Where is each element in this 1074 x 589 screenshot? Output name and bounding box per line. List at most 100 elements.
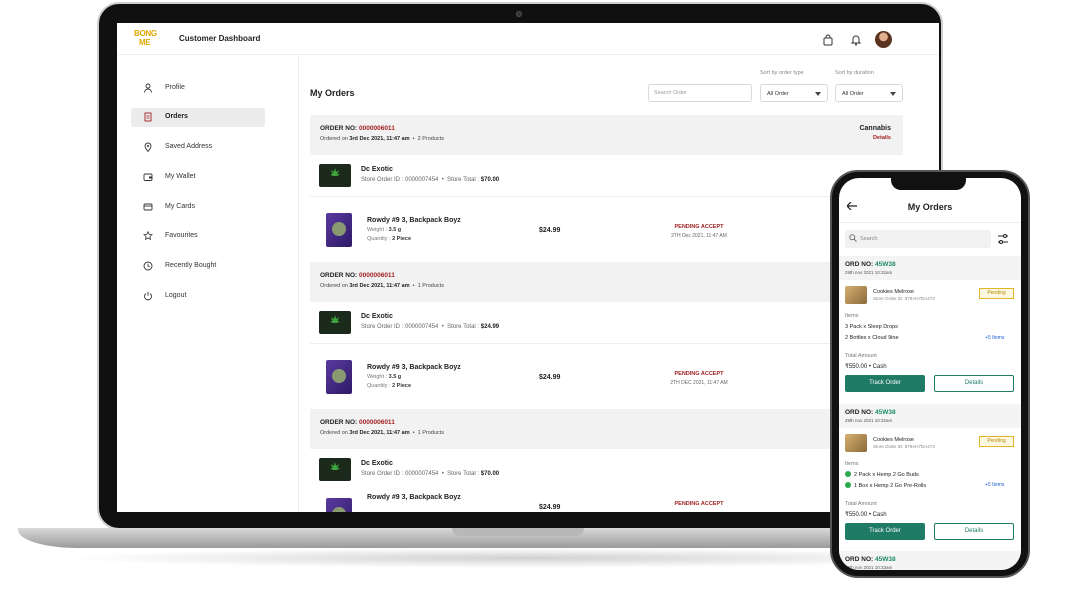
sort-duration-label: Sort by duration [835,70,874,76]
sidebar-item-label: Logout [165,292,187,299]
brand-logo[interactable]: BONG ME [133,27,159,51]
store-total-value: $70.00 [480,471,500,477]
logo-line1: BONG [134,29,157,38]
weight-label: Weight : [367,374,388,380]
bag-icon[interactable] [822,34,834,46]
more-items-link[interactable]: +5 Items [985,482,1004,488]
store-logo [319,164,351,187]
details-button[interactable]: Details [934,375,1014,392]
order-number-value: 0000006011 [359,125,395,132]
sidebar-item-wallet[interactable]: My Wallet [131,168,265,187]
product-row[interactable]: Rowdy #9 3, Backpack Boyz Weight : 3.5 g… [310,344,903,410]
phone-notch [891,176,966,190]
weight-value: 3.5 g [388,227,402,233]
items-label: Items [845,461,859,467]
product-quantity: Quantity : 2 Piece [367,236,411,242]
sidebar-item-label: Profile [165,84,185,91]
star-icon [143,231,153,241]
items-label: Items [845,313,859,319]
item-text: 1 Box x Hemp 2 Go Pre-Rolls [854,483,927,489]
item-line: 3 Pack x Sleep Drops [845,324,898,330]
details-link[interactable]: Details [873,135,891,141]
order-header: ORDER NO: 0000006011 Ordered on 3rd Dec … [310,409,903,449]
sidebar-item-recently-bought[interactable]: Recently Bought [131,257,265,276]
check-icon [845,471,851,477]
phone-search-input[interactable]: Search [845,230,991,248]
store-meta: Store Order ID : 0000007454 • Store Tota… [361,471,500,477]
store-name: Dc Exotic [361,460,393,467]
chevron-down-icon [890,92,896,96]
clock-icon [143,261,153,271]
order-meta: Ordered on 3rd Dec 2021, 11:47 am • 1 Pr… [320,430,444,436]
avatar[interactable] [875,31,892,48]
store-total-value: $24.99 [480,324,500,330]
phone-product-image [845,434,867,452]
store-total-value: $70.00 [480,177,500,183]
sidebar-item-orders[interactable]: Orders [131,108,265,127]
sort-duration-select[interactable]: All Order [835,84,903,102]
search-icon [849,234,857,242]
wallet-icon [143,173,153,181]
product-row[interactable]: Rowdy #9 3, Backpack Boyz $24.99 PENDING… [310,484,903,512]
order-category: Cannabis [859,125,891,132]
order-number: ORDER NO: 0000006011 [320,272,395,279]
quantity-label: Quantity : [367,383,391,389]
weight-label: Weight : [367,227,388,233]
sidebar-item-label: My Wallet [165,173,196,180]
phone-order-date: 29th nov 2021 10:32am [845,418,893,423]
sidebar-item-logout[interactable]: Logout [131,287,265,306]
order-number-label: ORDER NO: [320,419,358,426]
card-icon [143,203,153,211]
ordered-on-value: 3rd Dec 2021, 11:47 am [349,136,410,142]
sidebar-item-label: Favourites [165,232,198,239]
ordered-on-label: Ordered on [320,430,348,436]
sidebar-item-label: My Cards [165,203,195,210]
sidebar-item-profile[interactable]: Profile [131,79,265,98]
laptop-camera [516,11,522,17]
sidebar-item-label: Recently Bought [165,262,217,269]
status-badge: PENDING ACCEPT [674,371,724,377]
product-weight: Weight : 3.5 g [367,227,401,233]
store-meta: Store Order ID : 0000007454 • Store Tota… [361,177,500,183]
store-order-id: Store Order ID : 0000007454 [361,471,439,477]
details-button[interactable]: Details [934,523,1014,540]
product-row[interactable]: Rowdy #9 3, Backpack Boyz Weight : 3.5 g… [310,197,903,263]
bell-icon[interactable] [850,34,862,46]
product-count: 1 Products [417,430,444,436]
cannabis-leaf-icon [330,168,340,180]
order-meta: Ordered on 3rd Dec 2021, 11:47 am • 2 Pr… [320,136,444,142]
sidebar-item-cards[interactable]: My Cards [131,198,265,217]
item-line: 2 Bottles x Cloud 9ine [845,335,899,341]
product-name: Rowdy #9 3, Backpack Boyz [367,494,461,501]
sidebar-item-favourites[interactable]: Favourites [131,227,265,246]
status-badge: PENDING ACCEPT [674,501,724,507]
search-input[interactable]: Search Order [648,84,752,102]
quantity-value: 2 Piece [392,383,412,389]
store-name: Dc Exotic [361,166,393,173]
order-header: ORDER NO: 0000006011 Ordered on 3rd Dec … [310,115,903,155]
store-logo [319,458,351,481]
phone-screen: My Orders Search ORD NO: 45W38 29th nov … [839,178,1021,570]
filter-icon[interactable] [996,232,1010,246]
ordered-on-label: Ordered on [320,283,348,289]
order-number: ORDER NO: 0000006011 [320,419,395,426]
product-price: $24.99 [539,227,561,234]
product-quantity: Quantity : 2 Piece [367,383,411,389]
store-order-id: Store Order ID : 0000007454 [361,324,439,330]
logo-line2: ME [139,38,151,47]
phone-page-title: My Orders [907,202,953,212]
product-image [326,360,352,394]
sort-duration-value: All Order [842,91,864,97]
total-label: Total Amount [845,353,877,359]
phone-order-header: ORD NO: 45W38 29th nov 2021 10:32am [839,551,1021,570]
laptop-screen: BONG ME Customer Dashboard Profile Order… [117,23,939,512]
phone-product-name: Cookies Melrose [873,289,914,295]
more-items-link[interactable]: +5 Items [985,335,1004,341]
track-order-button[interactable]: Track Order [845,523,925,540]
track-order-button[interactable]: Track Order [845,375,925,392]
phone-order-number: ORD NO: 45W38 [845,261,896,268]
sidebar-item-saved-address[interactable]: Saved Address [131,138,265,157]
phone-order-date: 29th nov 2021 10:32am [845,270,893,275]
product-weight: Weight : 3.5 g [367,374,401,380]
sort-type-select[interactable]: All Order [760,84,828,102]
